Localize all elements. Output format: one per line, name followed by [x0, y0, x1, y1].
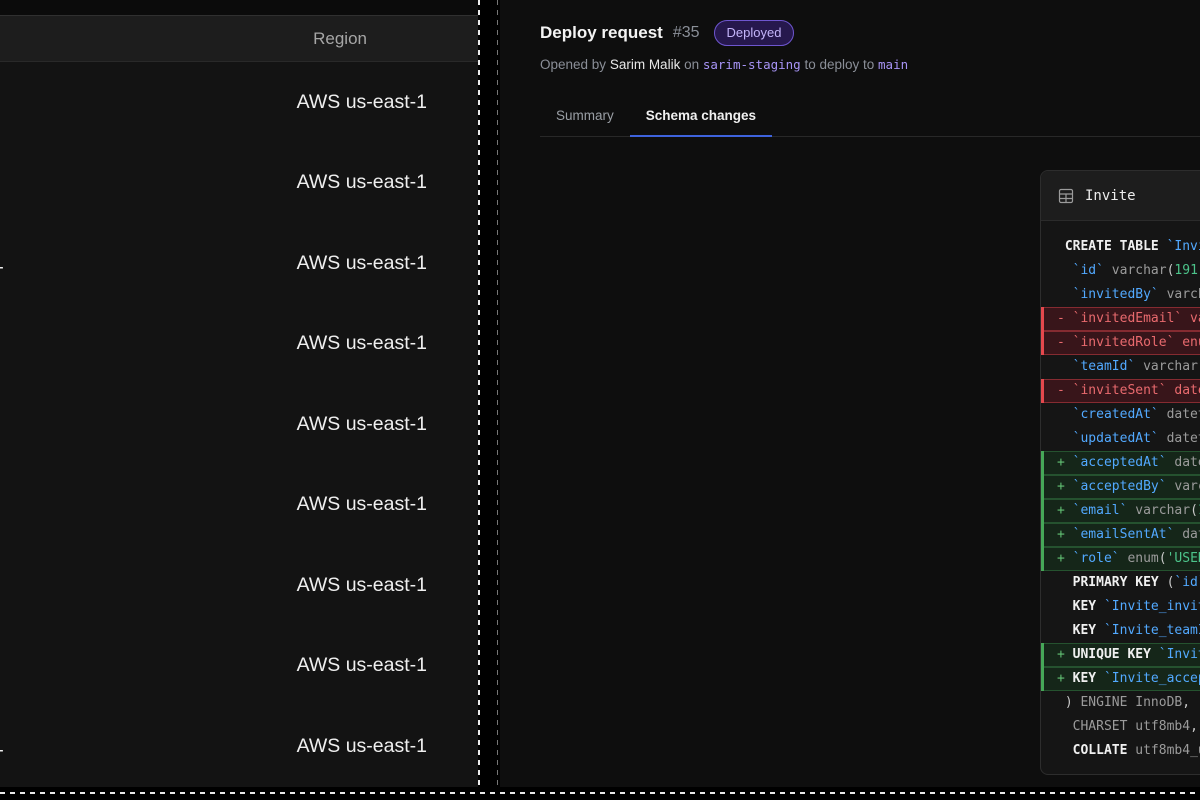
deploy-request-number: #35 — [673, 24, 700, 42]
tab-bar: SummarySchema changes — [540, 99, 1200, 137]
region-cell: AWS us-east-1 — [297, 574, 427, 597]
schema-diff-card: Invite CREATE TABLE `Invite` ( `id` varc… — [1040, 170, 1200, 775]
code-line-1: CREATE TABLE `Invite` ( — [1041, 235, 1200, 259]
code-line-13: + `emailSentAt` datetime(3), — [1041, 523, 1200, 547]
code-line-15: PRIMARY KEY (`id`), — [1041, 571, 1200, 595]
opened-on: on — [680, 57, 703, 72]
table-row[interactable]: AWS us-east-1 — [0, 62, 478, 143]
code-line-18: + UNIQUE KEY `Invite_email_teamId_key` (… — [1041, 643, 1200, 667]
opened-prefix: Opened by — [540, 57, 610, 72]
region-cell: AWS us-east-1 — [297, 413, 427, 436]
tab-summary[interactable]: Summary — [540, 99, 630, 136]
code-line-10: + `acceptedAt` datetime(3), — [1041, 451, 1200, 475]
table-row[interactable]: AWS us-east-1 — [0, 304, 478, 385]
region-cell: AWS us-east-1 — [297, 332, 427, 355]
status-badge: Deployed — [714, 20, 795, 46]
code-line-19: + KEY `Invite_acceptedBy_idx` (`accepted… — [1041, 667, 1200, 691]
tab-schema-changes[interactable]: Schema changes — [630, 99, 772, 136]
table-top-spacer — [0, 0, 478, 15]
region-cell: AWS us-east-1 — [297, 654, 427, 677]
code-line-5: - `invitedRole` enum('USER', 'ADMIN') NO… — [1041, 331, 1200, 355]
vertical-dotted-divider — [497, 0, 498, 800]
code-line-17: KEY `Invite_teamId_idx` (`teamId`), — [1041, 619, 1200, 643]
table-icon — [1058, 188, 1074, 204]
bottom-crop-strip — [0, 787, 1200, 800]
region-header-label: Region — [313, 29, 367, 49]
cropped-cell-fragment: 1 — [0, 252, 4, 275]
source-branch-link[interactable]: sarim-staging — [703, 57, 801, 72]
code-line-14: + `role` enum('USER', 'ADMIN') NOT NULL … — [1041, 547, 1200, 571]
app-window: Region AWS us-east-1AWS us-east-11AWS us… — [0, 0, 1200, 800]
schema-card-header: Invite — [1041, 171, 1200, 221]
code-line-11: + `acceptedBy` varchar(191), — [1041, 475, 1200, 499]
table-row[interactable]: AWS us-east-1 — [0, 626, 478, 707]
code-line-16: KEY `Invite_invitedBy_idx` (`invitedBy`)… — [1041, 595, 1200, 619]
opened-middle: to deploy to — [801, 57, 878, 72]
cropped-cell-fragment: 1 — [0, 735, 4, 758]
code-line-3: `invitedBy` varchar(191) NOT NULL, — [1041, 283, 1200, 307]
table-row[interactable]: AWS us-east-1 — [0, 384, 478, 465]
author-name: Sarim Malik — [610, 57, 681, 72]
deploy-request-panel: Deploy request #35 Deployed Opened by Sa… — [500, 0, 1200, 800]
horizontal-dashed-divider — [0, 792, 1200, 794]
target-branch-link[interactable]: main — [878, 57, 908, 72]
code-line-6: `teamId` varchar(191) NOT NULL, — [1041, 355, 1200, 379]
deploy-request-header: Deploy request #35 Deployed Opened by Sa… — [500, 0, 1200, 72]
region-cell: AWS us-east-1 — [297, 493, 427, 516]
table-row[interactable]: 1 AWS us-east-1 — [0, 706, 478, 787]
vertical-dashed-divider — [478, 0, 480, 800]
code-line-22: COLLATE utf8mb4_unicode_ci; — [1041, 739, 1200, 763]
region-cell: AWS us-east-1 — [297, 735, 427, 758]
code-line-4: - `invitedEmail` varchar(191) NOT NULL, — [1041, 307, 1200, 331]
table-row[interactable]: 1 AWS us-east-1 — [0, 223, 478, 304]
region-column-header: Region — [0, 15, 478, 62]
region-rows: AWS us-east-1 AWS us-east-1 1 AWS us-east-1… — [0, 62, 478, 787]
region-cell: AWS us-east-1 — [297, 252, 427, 275]
table-row[interactable]: AWS us-east-1 — [0, 545, 478, 626]
panel-gutter — [478, 0, 500, 800]
code-line-9: `updatedAt` datetime(3) NOT NULL, — [1041, 427, 1200, 451]
sql-diff-code: CREATE TABLE `Invite` ( `id` varchar(191… — [1041, 221, 1200, 775]
code-line-21: CHARSET utf8mb4, — [1041, 715, 1200, 739]
opened-by-line: Opened by Sarim Malik on sarim-staging t… — [540, 57, 1200, 72]
title-row: Deploy request #35 Deployed — [540, 20, 1200, 46]
region-cell: AWS us-east-1 — [297, 91, 427, 114]
branches-table-panel: Region AWS us-east-1AWS us-east-11AWS us… — [0, 0, 478, 800]
region-cell: AWS us-east-1 — [297, 171, 427, 194]
code-line-12: + `email` varchar(191) NOT NULL, — [1041, 499, 1200, 523]
page-title: Deploy request — [540, 23, 663, 43]
code-line-8: `createdAt` datetime(3) NOT NULL DEFAULT… — [1041, 403, 1200, 427]
code-line-7: - `inviteSent` datetime(3), — [1041, 379, 1200, 403]
table-row[interactable]: AWS us-east-1 — [0, 143, 478, 224]
code-line-20: ) ENGINE InnoDB, — [1041, 691, 1200, 715]
code-line-2: `id` varchar(191) NOT NULL, — [1041, 259, 1200, 283]
table-row[interactable]: AWS us-east-1 — [0, 465, 478, 546]
table-name-label: Invite — [1085, 188, 1136, 204]
